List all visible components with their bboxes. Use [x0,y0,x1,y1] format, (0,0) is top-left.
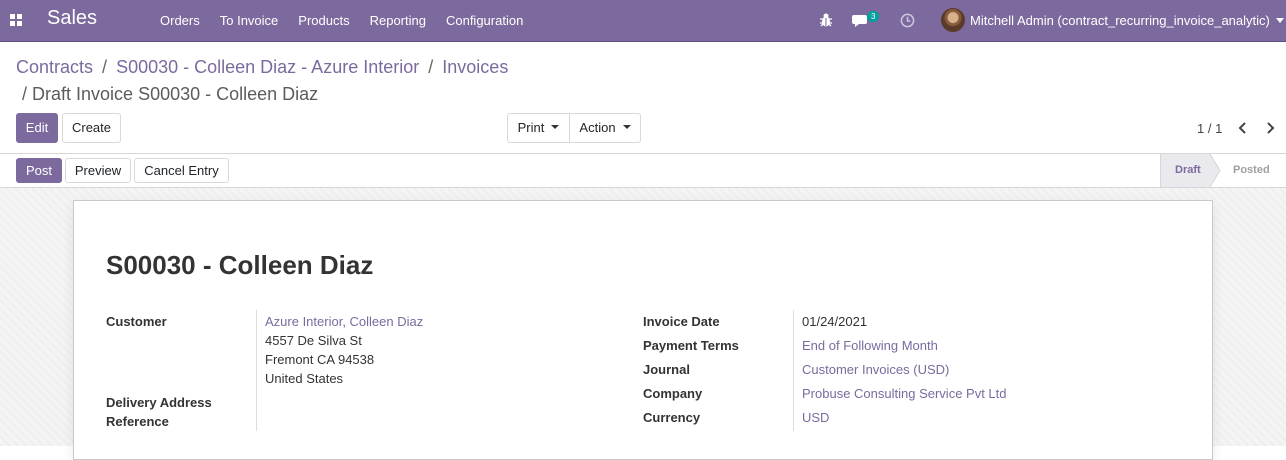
bug-icon[interactable] [818,12,834,28]
chevron-left-icon[interactable] [1237,121,1249,135]
menu-item-orders[interactable]: Orders [150,0,210,42]
breadcrumb-separator: / [102,57,108,77]
menu-item-reporting[interactable]: Reporting [360,0,436,42]
stage-draft: Draft [1175,164,1201,176]
delivery-address-label: Delivery Address [106,395,212,410]
menu-item-products[interactable]: Products [288,0,359,42]
currency-label: Currency [643,410,701,425]
field-divider [793,310,794,431]
breadcrumb-current: / Draft Invoice S00030 - Colleen Diaz [22,84,318,105]
chat-count-badge: 3 [867,11,880,22]
customer-label: Customer [106,314,167,329]
address-line: Fremont CA 94538 [265,352,375,367]
company-link[interactable]: Probuse Consulting Service Pvt Ltd [802,386,1007,401]
address-line: United States [265,371,344,386]
action-dropdown[interactable]: Action [569,113,641,143]
user-menu[interactable]: Mitchell Admin (contract_recurring_invoi… [970,13,1270,28]
breadcrumb-separator: / [22,84,28,104]
main-menu: Orders To Invoice Products Reporting Con… [150,0,533,42]
breadcrumb-current-label: Draft Invoice S00030 - Colleen Diaz [32,84,319,104]
top-navbar: Sales Orders To Invoice Products Reporti… [0,0,1286,42]
breadcrumb-contracts[interactable]: Contracts [16,57,93,77]
currency-link[interactable]: USD [802,410,829,425]
breadcrumb-sale-order[interactable]: S00030 - Colleen Diaz - Azure Interior [116,57,419,77]
preview-button[interactable]: Preview [65,158,131,183]
customer-link[interactable]: Azure Interior, Colleen Diaz [265,314,423,329]
breadcrumb-separator: / [428,57,434,77]
breadcrumb-invoices[interactable]: Invoices [442,57,508,77]
breadcrumb: Contracts / S00030 - Colleen Diaz - Azur… [16,57,508,78]
journal-link[interactable]: Customer Invoices (USD) [802,362,949,377]
status-bar: Post Preview Cancel Entry Draft Posted [0,154,1286,188]
avatar[interactable] [941,8,965,32]
apps-icon[interactable] [10,14,22,26]
menu-item-to-invoice[interactable]: To Invoice [210,0,289,42]
edit-button[interactable]: Edit [16,113,58,143]
journal-label: Journal [643,362,690,377]
payment-terms-label: Payment Terms [643,338,739,353]
invoice-date-value: 01/24/2021 [802,314,868,329]
payment-terms-link[interactable]: End of Following Month [802,338,938,353]
clock-icon[interactable] [900,13,915,28]
chevron-down-icon [551,125,560,129]
cancel-entry-button[interactable]: Cancel Entry [134,158,229,183]
invoice-date-label: Invoice Date [643,314,720,329]
invoice-title: S00030 - Colleen Diaz [106,250,374,280]
chevron-right-icon[interactable] [1264,121,1276,135]
chevron-down-icon [622,125,631,129]
create-button[interactable]: Create [62,113,121,143]
menu-item-configuration[interactable]: Configuration [436,0,533,42]
field-divider [256,310,257,431]
app-name[interactable]: Sales [47,7,97,30]
print-label: Print [517,120,545,135]
chevron-down-icon[interactable] [1276,18,1284,23]
pager-value[interactable]: 1 / 1 [1197,121,1222,136]
reference-label: Reference [106,414,169,429]
address-line: 4557 De Silva St [265,333,362,348]
print-dropdown[interactable]: Print [507,113,570,143]
stage-posted[interactable]: Posted [1233,154,1270,187]
company-label: Company [643,386,703,401]
action-label: Action [579,120,616,135]
post-button[interactable]: Post [16,158,62,183]
